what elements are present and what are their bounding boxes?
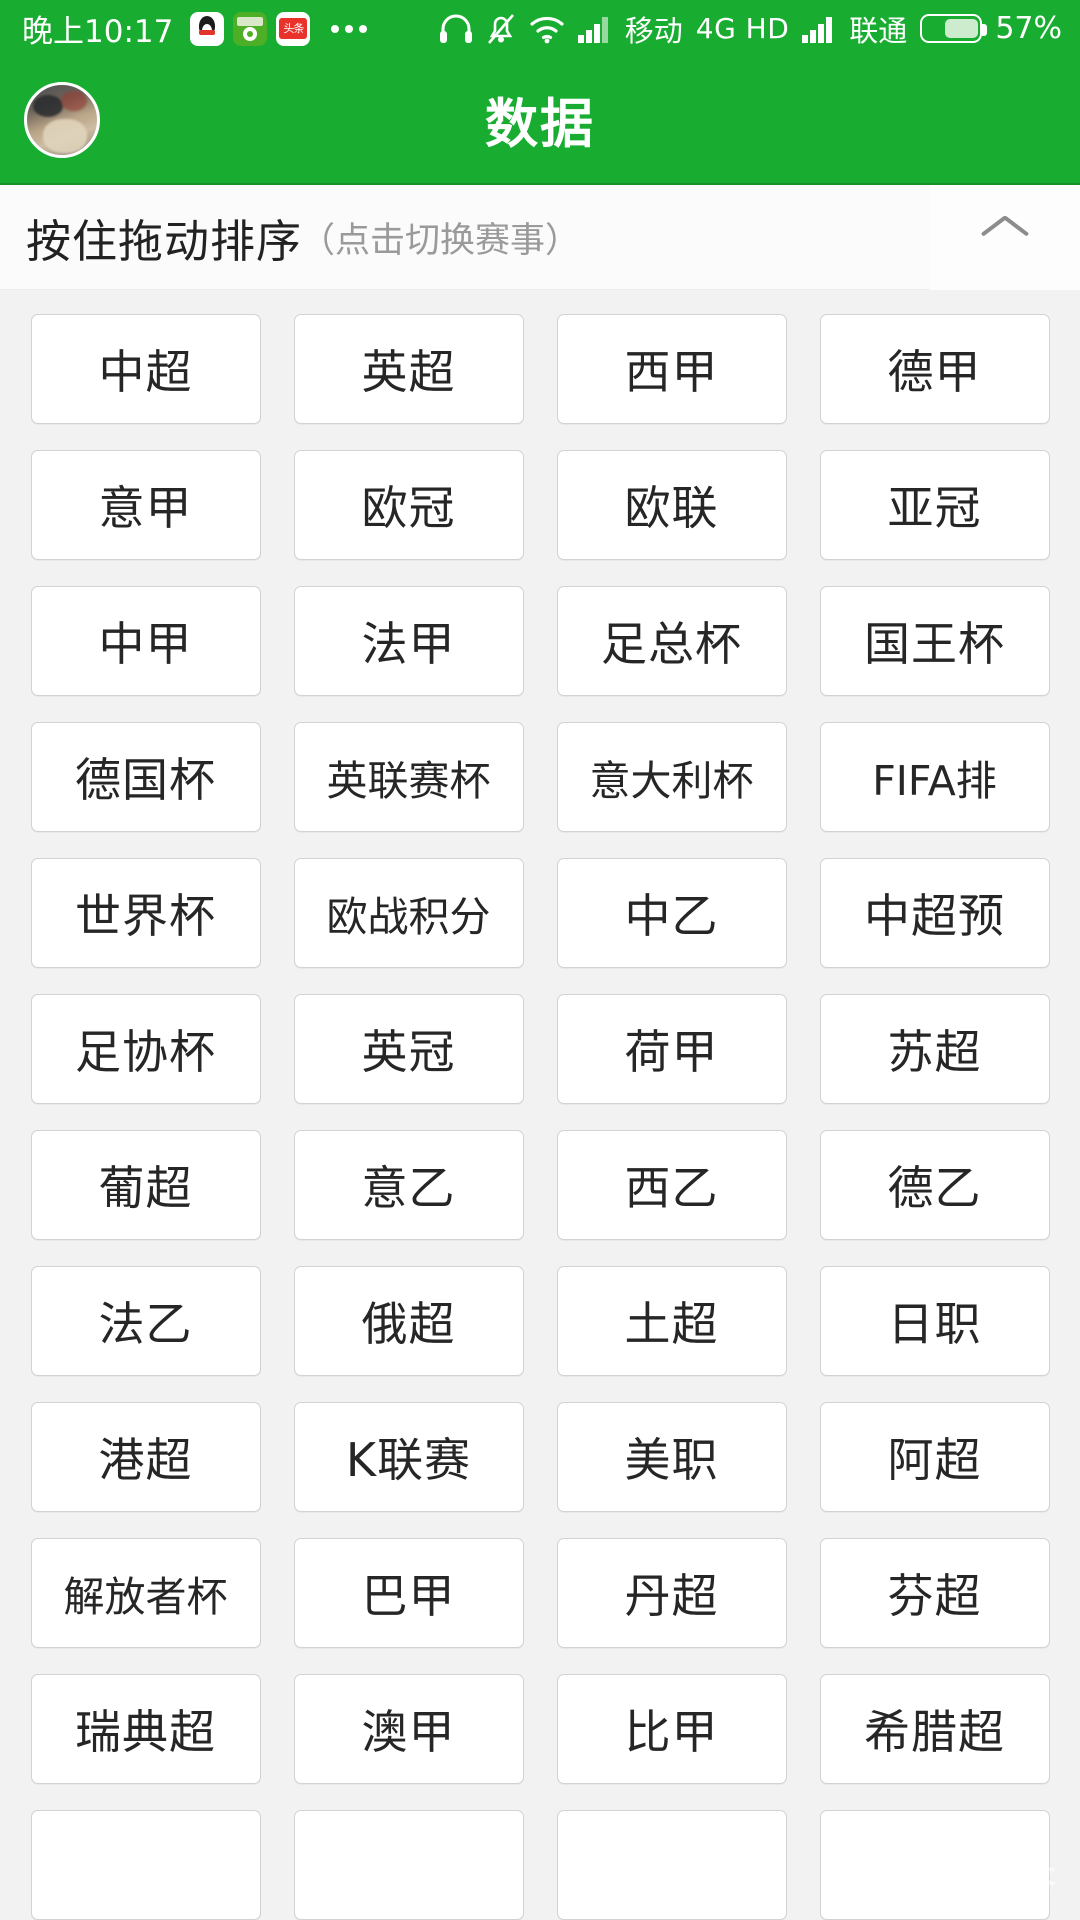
league-cell[interactable]: 西甲: [556, 314, 787, 424]
signal-bars-icon: [577, 15, 612, 43]
sort-hint-sublabel: （点击切换赛事）: [300, 220, 581, 261]
league-cell[interactable]: 芬超: [819, 1538, 1050, 1648]
league-cell[interactable]: 土超: [556, 1266, 787, 1376]
carrier-label-mobile: 移动: [624, 13, 683, 48]
league-cell[interactable]: 欧冠: [293, 450, 524, 560]
league-cell[interactable]: 荷甲: [556, 994, 787, 1104]
signal-bars-icon-2: [802, 15, 836, 43]
league-cell[interactable]: 中甲: [30, 586, 261, 696]
league-cell[interactable]: 亚冠: [819, 450, 1050, 560]
carrier-label-unicom: 联通: [849, 13, 908, 48]
league-cell[interactable]: 希腊超: [819, 1674, 1050, 1784]
league-cell[interactable]: 丹超: [556, 1538, 787, 1648]
wifi-icon: [529, 14, 565, 44]
league-cell[interactable]: 德甲: [819, 314, 1050, 424]
league-cell[interactable]: K联赛: [293, 1402, 524, 1512]
battery-percent-label: 57%: [995, 11, 1062, 46]
app-header: 数据: [0, 57, 1080, 185]
league-cell[interactable]: [30, 1810, 261, 1920]
avatar[interactable]: [24, 82, 100, 158]
status-system-icons: 移动 4G HD 联通 57%: [439, 8, 1062, 50]
qq-icon: [190, 11, 225, 46]
league-cell[interactable]: 港超: [30, 1402, 261, 1512]
league-cell[interactable]: 世界杯: [30, 858, 261, 968]
league-cell[interactable]: 意乙: [293, 1130, 524, 1240]
league-cell[interactable]: 中超: [30, 314, 261, 424]
league-cell[interactable]: [819, 1810, 1050, 1920]
league-cell[interactable]: 欧战积分: [293, 858, 524, 968]
status-bar: 晚上10:17 头条 移动 4G HD 联通 57%: [0, 0, 1080, 57]
status-time: 晚上10:17: [22, 14, 174, 50]
league-cell[interactable]: 比甲: [556, 1674, 787, 1784]
football-app-icon: [233, 11, 268, 46]
league-cell[interactable]: 巴甲: [293, 1538, 524, 1648]
league-cell[interactable]: 解放者杯: [30, 1538, 261, 1648]
league-cell[interactable]: 法甲: [293, 586, 524, 696]
league-cell[interactable]: 葡超: [30, 1130, 261, 1240]
toutiao-icon: 头条: [276, 11, 311, 46]
league-cell[interactable]: 日职: [819, 1266, 1050, 1376]
league-grid: 中超 英超 西甲 德甲意甲 欧冠 欧联 亚冠中甲 法甲 足总杯 国王杯德国杯 英联赛杯 意大利杯 FIF…: [0, 314, 1080, 1920]
headset-icon: [439, 13, 473, 45]
league-cell[interactable]: 英冠: [293, 994, 524, 1104]
league-cell[interactable]: 苏超: [819, 994, 1050, 1104]
league-cell[interactable]: 中乙: [556, 858, 787, 968]
league-cell[interactable]: 德乙: [819, 1130, 1050, 1240]
page-title: 数据: [485, 94, 595, 155]
league-cell[interactable]: 意甲: [30, 450, 261, 560]
league-cell[interactable]: 澳甲: [293, 1674, 524, 1784]
league-cell[interactable]: 足总杯: [556, 586, 787, 696]
sort-hint-bar: 按住拖动排序 （点击切换赛事）: [0, 185, 1080, 290]
league-cell[interactable]: 法乙: [30, 1266, 261, 1376]
league-cell[interactable]: 足协杯: [30, 994, 261, 1104]
battery-icon: [920, 14, 988, 43]
league-cell[interactable]: 德国杯: [30, 722, 261, 832]
league-cell[interactable]: 西乙: [556, 1130, 787, 1240]
league-cell[interactable]: 意大利杯: [556, 722, 787, 832]
league-cell[interactable]: [293, 1810, 524, 1920]
league-cell[interactable]: 瑞典超: [30, 1674, 261, 1784]
collapse-toggle-button[interactable]: [930, 185, 1080, 290]
sort-hint-label: 按住拖动排序: [26, 214, 303, 268]
overflow-dots-icon: [331, 24, 368, 33]
network-type-label: 4G HD: [695, 12, 790, 45]
chevron-up-icon: [982, 225, 1028, 251]
app-root: 晚上10:17 头条 移动 4G HD 联通 57% 数据 按住拖动排序 （点击…: [0, 0, 1080, 1920]
bell-muted-icon: [486, 12, 516, 46]
status-app-icons: 头条: [190, 11, 368, 46]
league-cell[interactable]: 英联赛杯: [293, 722, 524, 832]
league-cell[interactable]: 中超预: [819, 858, 1050, 968]
league-cell[interactable]: [556, 1810, 787, 1920]
league-cell[interactable]: 阿超: [819, 1402, 1050, 1512]
league-cell[interactable]: 国王杯: [819, 586, 1050, 696]
league-grid-scroll[interactable]: 中超 英超 西甲 德甲意甲 欧冠 欧联 亚冠中甲 法甲 足总杯 国王杯德国杯 英联赛杯 意大利杯 FIF…: [0, 290, 1080, 1920]
league-cell[interactable]: 美职: [556, 1402, 787, 1512]
league-cell[interactable]: FIFA排: [819, 722, 1050, 832]
league-cell[interactable]: 俄超: [293, 1266, 524, 1376]
league-cell[interactable]: 欧联: [556, 450, 787, 560]
league-cell[interactable]: 英超: [293, 314, 524, 424]
